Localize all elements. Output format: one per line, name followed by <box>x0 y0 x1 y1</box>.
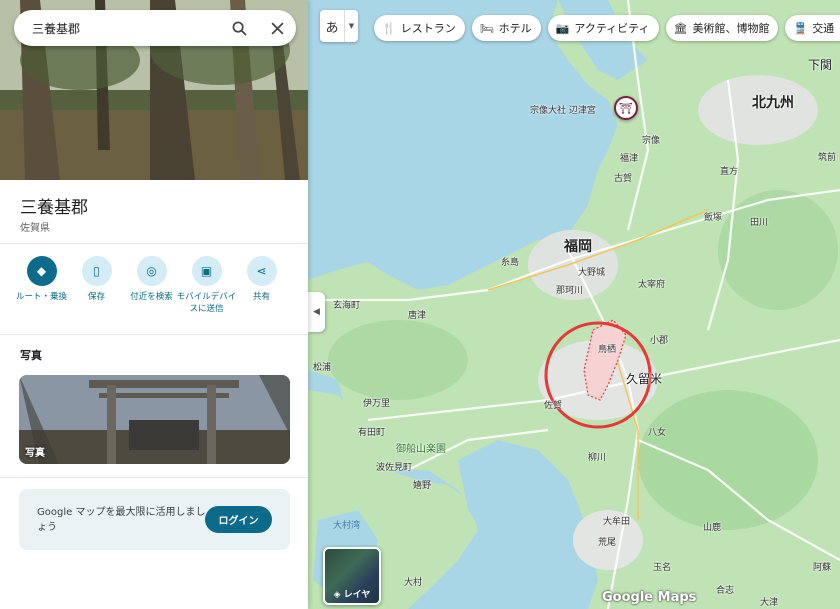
map-label-tagawa: 田川 <box>750 218 769 228</box>
map-label-dazaifu: 太宰府 <box>638 280 666 290</box>
map-label-nogata: 直方 <box>720 167 739 177</box>
camera-icon: 📷 <box>555 21 570 35</box>
divider <box>0 243 308 244</box>
map-canvas[interactable]: 下関 北九州 宗像大社 辺津宮 宗像 福津 直方 古賀 飯塚 田川 福岡 糸島 … <box>308 0 840 609</box>
chip-activities[interactable]: 📷 アクティビティ <box>547 15 659 41</box>
directions-icon: ◆ <box>26 256 57 286</box>
map-label-onojo: 大野城 <box>578 268 606 278</box>
google-maps-watermark: Google Maps <box>602 590 697 605</box>
map-label-nakagawa: 那珂川 <box>556 286 584 296</box>
map-label-omura: 大村 <box>404 578 423 588</box>
search-icon[interactable] <box>220 10 258 46</box>
chevron-left-icon: ◀ <box>313 307 320 317</box>
map-label-arao: 荒尾 <box>598 538 617 548</box>
nearby-button[interactable]: ◎ 付近を検索 <box>124 256 179 315</box>
map-label-yame: 八女 <box>648 428 667 438</box>
divider <box>0 334 308 335</box>
place-title: 三養基郡 <box>20 198 88 218</box>
chip-label: アクティビティ <box>574 22 650 35</box>
map-label-tamana: 玉名 <box>653 563 672 573</box>
museum-icon: 🏛 <box>673 21 688 35</box>
chip-label: 美術館、博物館 <box>692 22 770 35</box>
action-label: ルート・乗換 <box>15 292 67 302</box>
map-label-ogori: 小郡 <box>650 336 669 346</box>
directions-button[interactable]: ◆ ルート・乗換 <box>14 256 69 315</box>
chip-hotel[interactable]: 🛏 ホテル <box>471 15 541 41</box>
map-label-arita: 有田町 <box>358 428 386 438</box>
map-label-matsura: 松浦 <box>313 363 332 373</box>
chip-label: レストラン <box>400 22 456 35</box>
action-label: 保存 <box>87 292 105 302</box>
send-to-phone-icon: ▣ <box>191 256 222 286</box>
hero-photo[interactable]: 三養基郡 <box>0 0 308 180</box>
place-subtitle: 佐賀県 <box>20 223 50 234</box>
map-label-koga: 古賀 <box>614 174 633 184</box>
action-buttons: ◆ ルート・乗換 ▯ 保存 ◎ 付近を検索 ▣ モバイルデバイスに送信 ⋖ 共有 <box>14 256 289 315</box>
map-label-munakata: 宗像 <box>642 136 661 146</box>
search-input[interactable]: 三養基郡 <box>32 20 220 37</box>
search-bar[interactable]: 三養基郡 <box>14 10 296 46</box>
photos-heading: 写真 <box>20 349 42 362</box>
map-label-yanagawa: 柳川 <box>588 453 607 463</box>
action-label: 共有 <box>252 292 270 302</box>
chip-label: 交通 <box>812 22 835 35</box>
photo-caption: 写真 <box>25 448 45 459</box>
map-label-itoshima: 糸島 <box>501 258 520 268</box>
map-label-goshi: 合志 <box>716 586 735 596</box>
collapse-panel-button[interactable]: ◀ <box>308 292 325 332</box>
shrine-marker-icon[interactable]: ⛩ <box>614 96 638 120</box>
save-button[interactable]: ▯ 保存 <box>69 256 124 315</box>
divider <box>0 477 308 478</box>
restaurant-icon: 🍴 <box>382 21 396 35</box>
send-to-phone-button[interactable]: ▣ モバイルデバイスに送信 <box>177 256 236 315</box>
map-label-tosu: 鳥栖 <box>598 345 617 355</box>
place-panel: 三養基郡 三養基郡 佐賀県 ◆ ルート・乗換 ▯ 保存 ◎ 付近を検索 ▣ モバ… <box>0 0 308 609</box>
chip-transit[interactable]: 🚆交通› <box>785 15 840 41</box>
map-label-kurume: 久留米 <box>626 372 663 386</box>
map-label-ozu: 大津 <box>760 598 779 608</box>
hotel-icon: 🛏 <box>479 21 494 35</box>
action-label: モバイルデバイスに送信 <box>176 292 237 314</box>
map-label-ureshino: 嬉野 <box>413 481 432 491</box>
map-label-fukutsu: 福津 <box>620 154 639 164</box>
nearby-icon: ◎ <box>136 256 167 286</box>
login-promo-card: Google マップを最大限に活用しましょう ログイン <box>19 489 290 550</box>
map-label-genkai: 玄海町 <box>333 301 361 311</box>
chevron-down-icon: ▼ <box>344 10 358 42</box>
bookmark-icon: ▯ <box>81 256 112 286</box>
map-label-saga: 佐賀 <box>544 401 563 411</box>
map-label-munakata-taisha: 宗像大社 辺津宮 <box>530 106 596 116</box>
map-label-omuta: 大牟田 <box>603 517 631 527</box>
map-label-mifuneyama: 御船山楽園 <box>396 444 446 455</box>
language-selector[interactable]: あ ▼ <box>320 10 358 42</box>
language-label: あ <box>325 20 339 36</box>
map-label-imari: 伊万里 <box>363 399 391 409</box>
map-label-chikuzen: 筑前 <box>818 153 837 163</box>
photo-thumbnail[interactable]: 写真 <box>19 375 290 464</box>
map-label-karatsu: 唐津 <box>408 311 427 321</box>
map-label-yamaga: 山鹿 <box>703 523 722 533</box>
action-label: 付近を検索 <box>130 292 173 302</box>
map-label-aso: 阿蘇 <box>813 563 832 573</box>
layers-icon: ◈ <box>333 590 344 600</box>
layers-label: レイヤ <box>343 590 371 600</box>
layers-button[interactable]: ◈ レイヤ <box>323 547 381 605</box>
share-button[interactable]: ⋖ 共有 <box>234 256 289 315</box>
login-button[interactable]: ログイン <box>205 506 272 533</box>
category-chips: 🍴レストラン 🛏ホテル 📷アクティビティ 🏛美術館、博物館 🚆交通› <box>374 15 840 41</box>
torii-image <box>19 375 290 464</box>
map-label-fukuoka: 福岡 <box>564 239 592 255</box>
chip-museums[interactable]: 🏛 美術館、博物館 <box>665 15 779 41</box>
chip-restaurant[interactable]: 🍴 レストラン <box>374 15 465 41</box>
map-label-kitakyushu: 北九州 <box>752 95 794 111</box>
close-icon[interactable] <box>258 10 296 46</box>
map-label-omura-bay: 大村湾 <box>333 521 361 531</box>
train-icon: 🚆 <box>793 21 808 35</box>
login-message: Google マップを最大限に活用しましょう <box>37 507 206 533</box>
map-label-iizuka: 飯塚 <box>704 213 723 223</box>
share-icon: ⋖ <box>246 256 277 286</box>
map-label-hasami: 波佐見町 <box>376 463 413 473</box>
chip-label: ホテル <box>498 22 532 35</box>
map-label-shimonoseki: 下関 <box>808 58 833 72</box>
